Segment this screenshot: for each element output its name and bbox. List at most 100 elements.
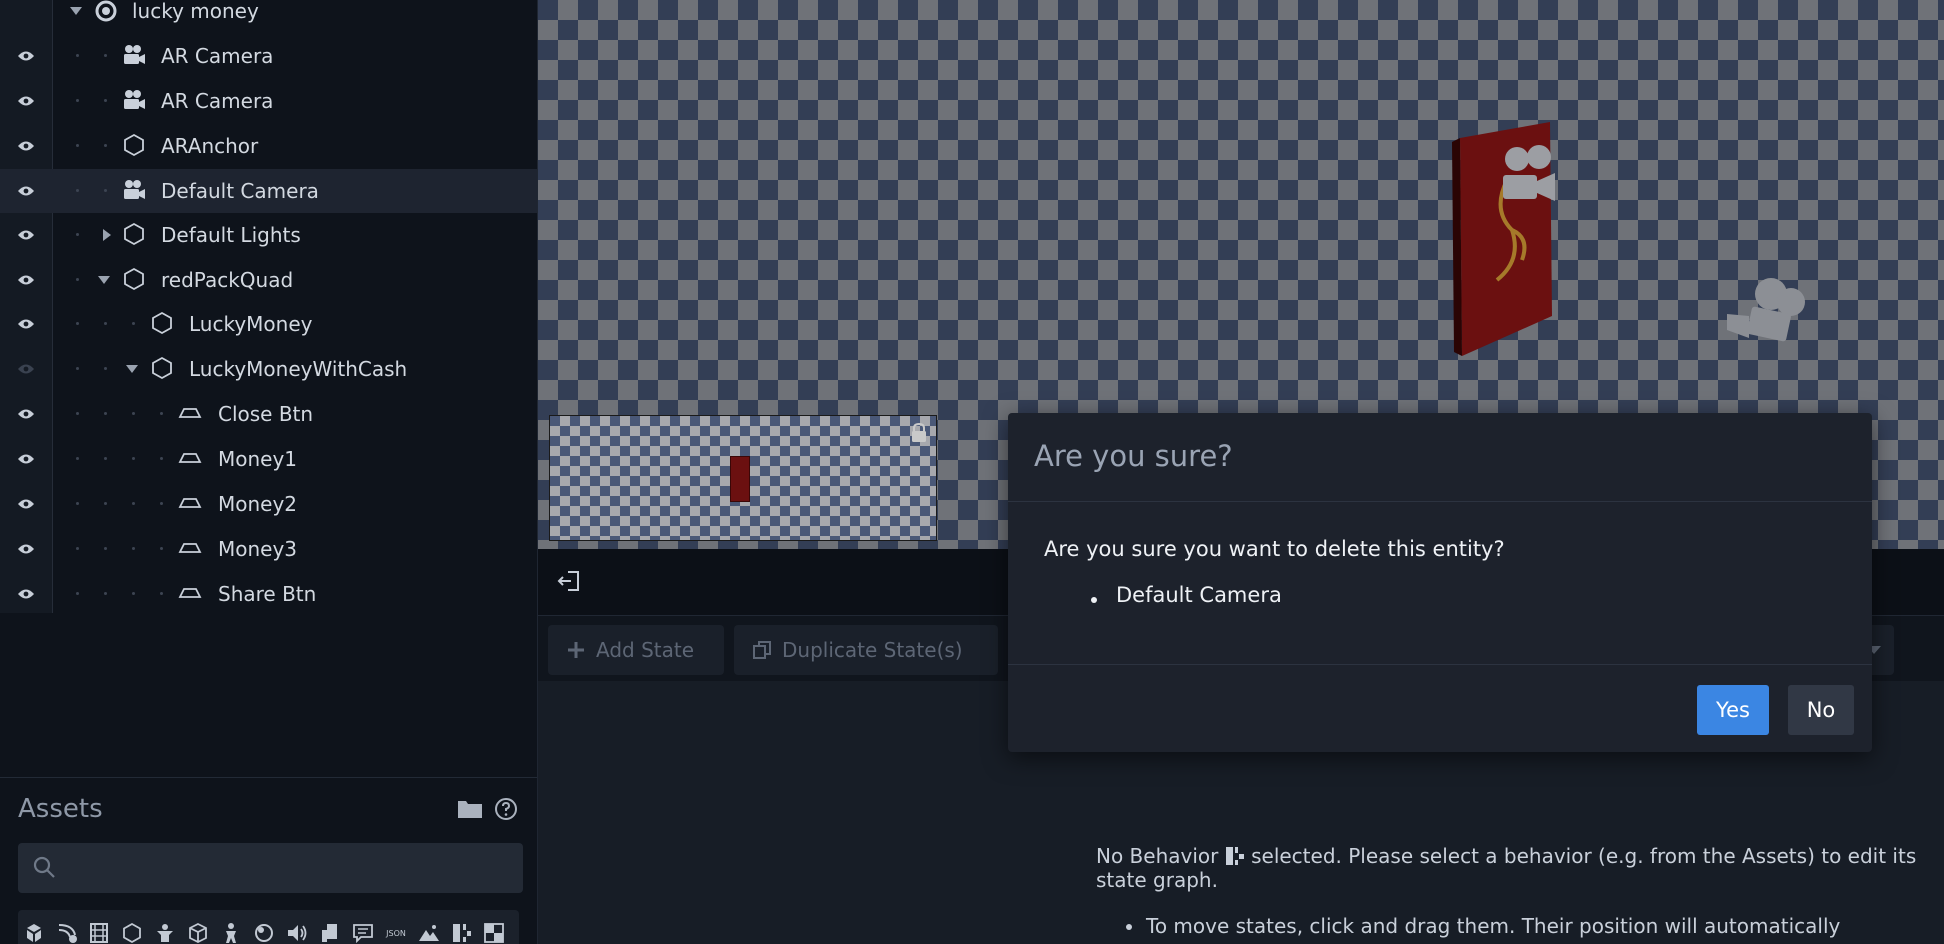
chevron-right-icon[interactable] [100, 228, 114, 242]
assets-search-input[interactable] [18, 843, 523, 893]
tree-row-ar-camera-1[interactable]: AR Camera [0, 34, 537, 78]
plus-icon [568, 642, 584, 658]
image-icon[interactable] [417, 922, 441, 944]
tree-row-default-lights[interactable]: Default Lights [0, 213, 537, 257]
dialog-divider [1008, 664, 1872, 665]
hexagon-icon [149, 355, 175, 381]
hexagon-icon [149, 310, 175, 336]
tree-row-money2[interactable]: Money2 [0, 482, 537, 526]
plane-icon [177, 445, 203, 471]
tree-row-default-camera[interactable]: Default Camera [0, 169, 537, 213]
camera-gizmo-icon[interactable] [1493, 145, 1563, 215]
tree-row-money1[interactable]: Money1 [0, 437, 537, 481]
eye-icon[interactable] [14, 312, 38, 336]
eye-icon[interactable] [14, 268, 38, 292]
tree-row-label: lucky money [132, 0, 259, 23]
hexagon-icon [121, 266, 147, 292]
tree-row-redpackquad[interactable]: redPackQuad [0, 258, 537, 302]
tree-row-label: AR Camera [161, 44, 274, 68]
camera-preview-inset[interactable] [549, 415, 937, 541]
material-icon[interactable] [252, 922, 276, 944]
tree-row-luckymoneywithcash[interactable]: LuckyMoneyWithCash [0, 347, 537, 391]
lock-icon[interactable] [910, 423, 928, 443]
signal-icon[interactable] [55, 922, 79, 944]
eye-icon[interactable] [14, 134, 38, 158]
hexagon-icon [121, 221, 147, 247]
behavior-icon [1225, 846, 1245, 866]
dialog-entity-name: Default Camera [1116, 583, 1282, 607]
exit-icon[interactable] [556, 568, 582, 594]
dialog-title: Are you sure? [1034, 439, 1233, 473]
behavior-icon[interactable] [450, 922, 474, 944]
tree-row-label: Money1 [218, 447, 298, 471]
no-behavior-prefix: No Behavior [1096, 844, 1219, 868]
eye-hidden-icon[interactable] [14, 357, 38, 381]
tree-row-luckymoney[interactable]: LuckyMoney [0, 302, 537, 346]
tree-row-label: Share Btn [218, 582, 317, 606]
tree-row-label: ARAnchor [161, 134, 259, 158]
preview-red-envelope [730, 456, 750, 502]
eye-icon[interactable] [14, 44, 38, 68]
eye-icon[interactable] [14, 492, 38, 516]
chevron-down-icon[interactable] [125, 362, 139, 376]
hexagon-icon [121, 132, 147, 158]
cube-icon[interactable] [186, 922, 210, 944]
scene-root-icon [93, 0, 119, 24]
duplicate-icon [753, 641, 771, 659]
tree-row-label: LuckyMoneyWithCash [189, 357, 408, 381]
texture-icon[interactable] [482, 922, 506, 944]
tree-row-money3[interactable]: Money3 [0, 527, 537, 571]
add-state-label: Add State [596, 638, 695, 662]
dialog-divider [1008, 501, 1872, 502]
tree-row-label: LuckyMoney [189, 312, 313, 336]
state-graph-tip: To move states, click and drag them. The… [1126, 914, 1936, 938]
json-icon[interactable]: JSON [384, 922, 408, 944]
dialog-question: Are you sure you want to delete this ent… [1044, 537, 1505, 561]
bullet [1091, 597, 1097, 603]
tree-row-label: Money2 [218, 492, 298, 516]
plane-icon [177, 400, 203, 426]
eye-icon[interactable] [14, 537, 38, 561]
no-button[interactable]: No [1788, 685, 1854, 735]
film-icon[interactable] [87, 922, 111, 944]
plane-icon [177, 535, 203, 561]
hexagon-icon[interactable] [120, 922, 144, 944]
eye-icon[interactable] [14, 223, 38, 247]
folder-icon[interactable] [457, 798, 483, 820]
speaker-icon[interactable] [285, 922, 309, 944]
tree-row-share-btn[interactable]: Share Btn [0, 572, 537, 616]
tree-row-label: Close Btn [218, 402, 314, 426]
add-state-button[interactable]: Add State [548, 625, 724, 675]
chevron-down-icon[interactable] [69, 4, 83, 18]
speech-bubble-icon[interactable] [351, 922, 375, 944]
duplicate-state-label: Duplicate State(s) [782, 638, 963, 662]
tree-row-root[interactable]: lucky money [0, 0, 537, 33]
yes-button[interactable]: Yes [1697, 685, 1769, 735]
eye-icon[interactable] [14, 582, 38, 606]
rig-icon[interactable] [153, 922, 177, 944]
blocks-icon[interactable] [22, 922, 46, 944]
tree-row-ar-camera-2[interactable]: AR Camera [0, 79, 537, 123]
camera-icon [121, 87, 147, 113]
no-behavior-suffix: selected. Please select a behavior (e.g.… [1096, 844, 1917, 892]
confirm-delete-dialog: Are you sure? Are you sure you want to d… [1008, 413, 1872, 752]
tree-row-label: Default Lights [161, 223, 301, 247]
script-icon[interactable] [318, 922, 342, 944]
duplicate-state-button[interactable]: Duplicate State(s) [734, 625, 998, 675]
tree-row-close-btn[interactable]: Close Btn [0, 392, 537, 436]
plane-icon [177, 580, 203, 606]
help-icon[interactable] [494, 797, 518, 821]
tree-row-label: redPackQuad [161, 268, 294, 292]
eye-icon[interactable] [14, 89, 38, 113]
tree-row-aranchor[interactable]: ARAnchor [0, 124, 537, 168]
assets-title: Assets [18, 794, 103, 824]
chevron-down-icon[interactable] [97, 273, 111, 287]
person-icon[interactable] [219, 922, 243, 944]
eye-icon[interactable] [14, 447, 38, 471]
tree-row-label: Money3 [218, 537, 298, 561]
no-behavior-message: No Behavior selected. Please select a be… [1096, 844, 1934, 892]
camera-icon [121, 42, 147, 68]
eye-icon[interactable] [14, 402, 38, 426]
eye-icon[interactable] [14, 179, 38, 203]
camera-gizmo-icon[interactable] [1723, 272, 1808, 352]
